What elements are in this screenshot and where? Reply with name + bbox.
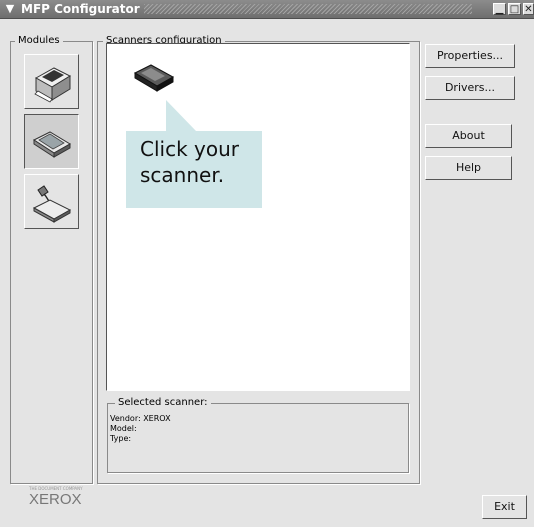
callout-line-2: scanner. (140, 163, 225, 187)
scanner-list[interactable] (106, 43, 410, 391)
about-button[interactable]: About (425, 124, 512, 148)
callout-pointer (166, 100, 196, 131)
help-button[interactable]: Help (425, 156, 512, 180)
chevron-down-icon[interactable]: ▼ (3, 2, 17, 16)
selected-model: Model: (110, 424, 137, 433)
click-your-scanner-callout: Click your scanner. (126, 131, 262, 208)
title-bar-pattern (144, 4, 472, 14)
minimize-icon[interactable]: ▁ (493, 3, 506, 15)
close-icon[interactable]: ✕ (523, 3, 534, 15)
callout-text: Click your scanner. (140, 136, 260, 188)
scanner-icon (32, 131, 71, 158)
title-bar[interactable]: ▼ MFP Configurator ▁ □ ✕ (0, 0, 534, 19)
exit-button[interactable]: Exit (482, 495, 527, 519)
selected-scanner-group: Selected scanner: Vendor: XEROX Model: T… (107, 397, 409, 473)
module-port-button[interactable] (24, 174, 79, 229)
module-scanner-button[interactable] (24, 114, 79, 169)
properties-button[interactable]: Properties... (425, 44, 515, 68)
selected-vendor: Vendor: XEROX (110, 414, 171, 423)
selected-scanner-label: Selected scanner: (115, 397, 211, 409)
callout-line-1: Click your (140, 137, 239, 161)
module-printer-button[interactable] (24, 54, 79, 109)
drivers-button[interactable]: Drivers... (425, 76, 515, 100)
maximize-icon[interactable]: □ (508, 3, 521, 15)
modules-label: Modules (15, 35, 63, 47)
selected-type: Type: (110, 434, 132, 443)
scanner-device-icon[interactable] (131, 59, 183, 99)
window-title: MFP Configurator (21, 2, 140, 16)
port-icon (32, 185, 72, 223)
mfp-configurator-window: ▼ MFP Configurator ▁ □ ✕ Modules Scanner… (0, 0, 534, 527)
printer-icon (34, 67, 72, 103)
xerox-logo: XEROX (29, 491, 82, 508)
